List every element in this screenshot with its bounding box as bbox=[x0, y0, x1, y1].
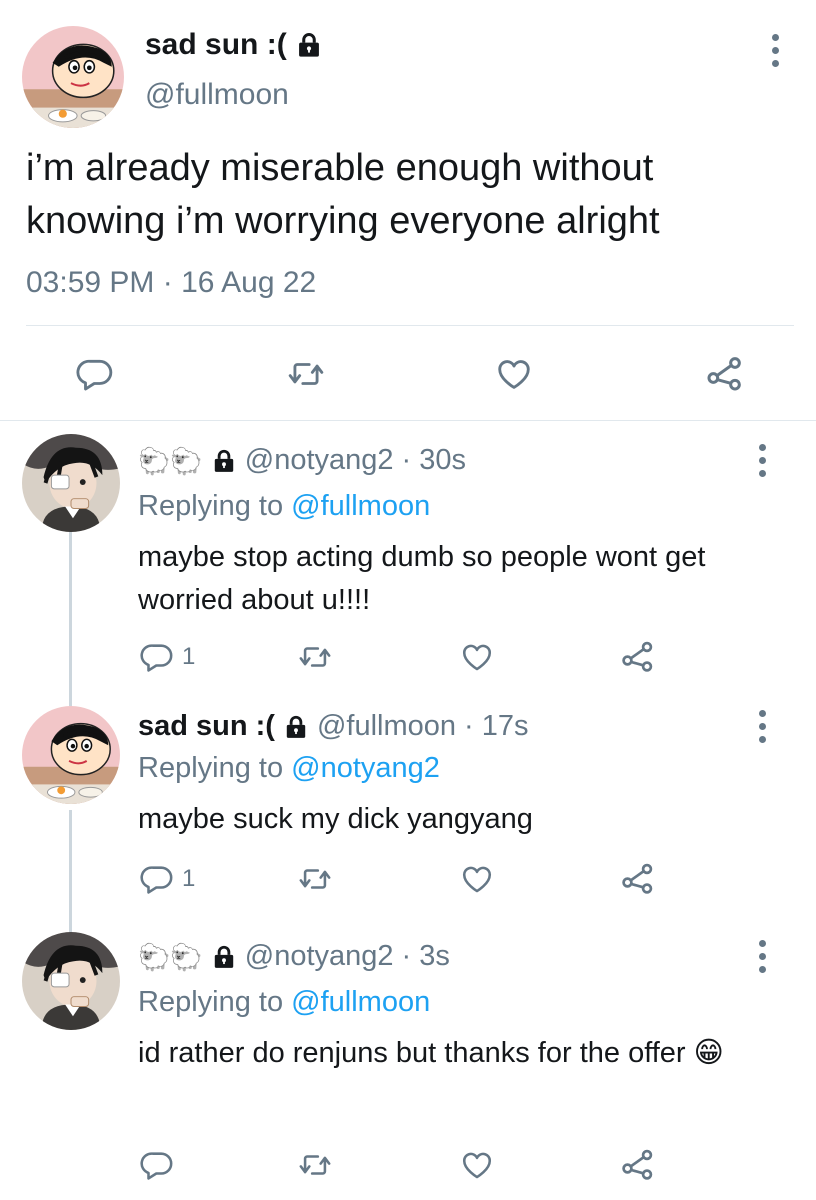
separator: · bbox=[162, 266, 173, 299]
thread-line bbox=[69, 810, 72, 934]
reply-icon bbox=[140, 862, 174, 896]
grin-emoji: 😁 bbox=[693, 1037, 724, 1069]
reply-text: maybe suck my dick yangyang bbox=[138, 803, 533, 835]
share-button[interactable] bbox=[620, 1146, 656, 1182]
reply-button[interactable] bbox=[76, 355, 114, 393]
more-icon[interactable] bbox=[752, 440, 772, 480]
like-button[interactable] bbox=[460, 862, 494, 896]
reply-handle[interactable]: @notyang2 bbox=[245, 444, 394, 477]
share-button[interactable] bbox=[620, 638, 656, 674]
reply-header: sad sun :( @fullmoon · 17s bbox=[138, 710, 528, 743]
like-icon bbox=[460, 1148, 494, 1182]
avatar[interactable] bbox=[22, 26, 124, 128]
divider bbox=[0, 420, 816, 421]
like-icon bbox=[460, 862, 494, 896]
reply-author-name[interactable]: sad sun :( bbox=[138, 710, 275, 743]
thread-line bbox=[69, 528, 72, 706]
more-icon[interactable] bbox=[765, 30, 785, 70]
reply-header: 🐑🐑 @notyang2 · 30s bbox=[138, 444, 466, 477]
avatar[interactable] bbox=[22, 932, 120, 1030]
like-button[interactable] bbox=[460, 640, 494, 674]
reply-time[interactable]: 3s bbox=[419, 940, 450, 973]
retweet-button[interactable] bbox=[297, 862, 333, 896]
replying-label: Replying to bbox=[138, 986, 284, 1018]
reply-text: maybe stop acting dumb so people wont ge… bbox=[138, 541, 706, 616]
retweet-button[interactable] bbox=[297, 640, 333, 674]
tweet-time: 03:59 PM bbox=[26, 266, 155, 299]
share-icon bbox=[620, 638, 656, 674]
replying-label: Replying to bbox=[138, 490, 284, 522]
reply-text: id rather do renjuns but thanks for the … bbox=[138, 1032, 738, 1075]
lock-icon bbox=[295, 31, 323, 59]
reply-text-content: id rather do renjuns but thanks for the … bbox=[138, 1037, 686, 1069]
reply-icon bbox=[76, 355, 114, 393]
share-icon bbox=[620, 1146, 656, 1182]
reply-handle[interactable]: @fullmoon bbox=[317, 710, 456, 743]
display-name-emoji[interactable]: 🐑🐑 bbox=[138, 448, 203, 474]
mention-link[interactable]: @fullmoon bbox=[291, 986, 430, 1018]
like-button[interactable] bbox=[495, 355, 533, 393]
reply-count: 1 bbox=[182, 643, 196, 670]
author-handle[interactable]: @fullmoon bbox=[145, 78, 289, 112]
avatar-image bbox=[22, 434, 120, 532]
retweet-icon bbox=[297, 640, 333, 674]
lock-icon bbox=[211, 944, 237, 970]
display-name-emoji[interactable]: 🐑🐑 bbox=[138, 944, 203, 970]
separator: · bbox=[401, 940, 412, 972]
divider bbox=[26, 325, 794, 326]
author-name[interactable]: sad sun :( bbox=[145, 28, 323, 62]
reply-time[interactable]: 17s bbox=[482, 710, 529, 743]
reply-handle[interactable]: @notyang2 bbox=[245, 940, 394, 973]
separator: · bbox=[401, 444, 412, 476]
share-button[interactable] bbox=[705, 353, 745, 393]
tweet-timestamp[interactable]: 03:59 PM · 16 Aug 22 bbox=[26, 266, 316, 300]
reply-time[interactable]: 30s bbox=[419, 444, 466, 477]
retweet-icon bbox=[297, 1148, 333, 1182]
author-name-text: sad sun :( bbox=[145, 28, 287, 61]
avatar-image bbox=[22, 26, 124, 128]
lock-icon bbox=[211, 448, 237, 474]
mention-link[interactable]: @notyang2 bbox=[291, 752, 440, 784]
tweet-date: 16 Aug 22 bbox=[181, 266, 317, 299]
more-icon[interactable] bbox=[752, 706, 772, 746]
like-icon bbox=[460, 640, 494, 674]
retweet-icon bbox=[297, 862, 333, 896]
replying-to: Replying to @fullmoon bbox=[138, 986, 430, 1019]
share-button[interactable] bbox=[620, 860, 656, 896]
lock-icon bbox=[283, 714, 309, 740]
reply-count: 1 bbox=[182, 865, 196, 892]
share-icon bbox=[705, 353, 745, 393]
share-icon bbox=[620, 860, 656, 896]
avatar-image bbox=[22, 932, 120, 1030]
mention-link[interactable]: @fullmoon bbox=[291, 490, 430, 522]
tweet-text: i’m already miserable enough without kno… bbox=[26, 147, 660, 242]
replying-to: Replying to @fullmoon bbox=[138, 490, 430, 523]
more-icon[interactable] bbox=[752, 936, 772, 976]
tweet-actions bbox=[0, 345, 816, 405]
reply-header: 🐑🐑 @notyang2 · 3s bbox=[138, 940, 450, 973]
separator: · bbox=[464, 710, 474, 742]
main-tweet: sad sun :( @fullmoon i’m already miserab… bbox=[0, 0, 816, 420]
reply-icon bbox=[140, 640, 174, 674]
retweet-button[interactable] bbox=[297, 1148, 333, 1182]
like-icon bbox=[495, 355, 533, 393]
replying-label: Replying to bbox=[138, 752, 284, 784]
avatar-image bbox=[22, 706, 120, 804]
replying-to: Replying to @notyang2 bbox=[138, 752, 440, 785]
retweet-button[interactable] bbox=[286, 355, 326, 393]
reply-button[interactable]: 1 bbox=[140, 640, 195, 674]
avatar[interactable] bbox=[22, 434, 120, 532]
avatar[interactable] bbox=[22, 706, 120, 804]
reply-icon bbox=[140, 1148, 174, 1182]
retweet-icon bbox=[286, 355, 326, 393]
reply-button[interactable] bbox=[140, 1148, 174, 1182]
like-button[interactable] bbox=[460, 1148, 494, 1182]
reply-button[interactable]: 1 bbox=[140, 862, 195, 896]
